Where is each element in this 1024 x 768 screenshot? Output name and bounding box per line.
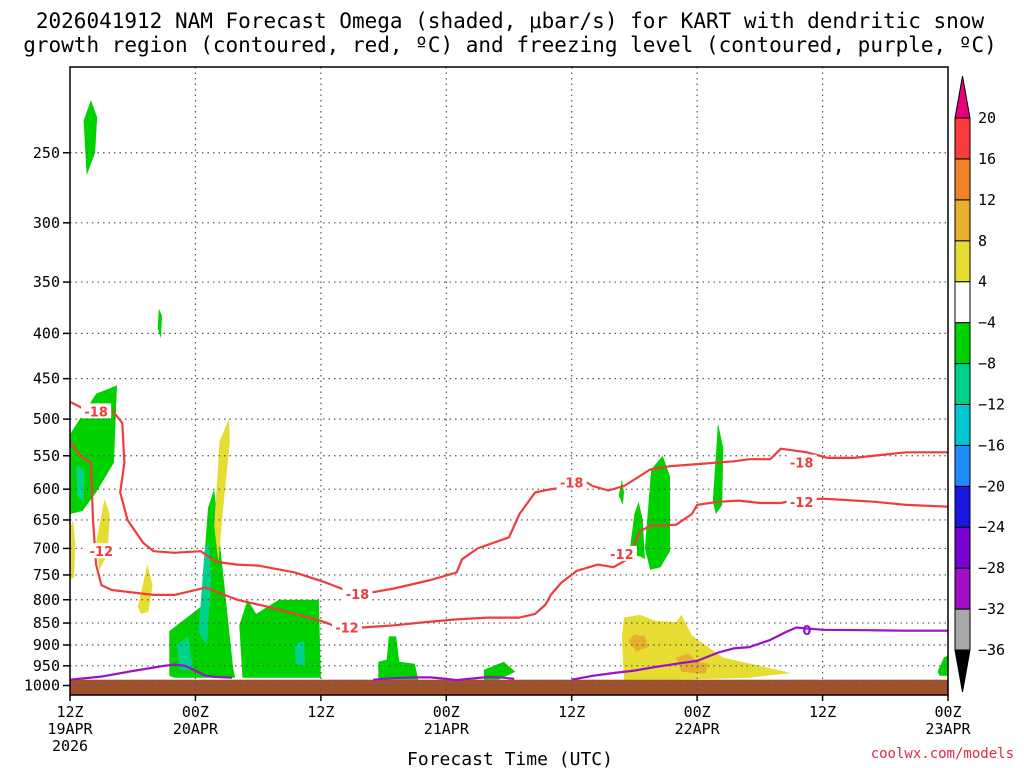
colorbar-top-arrow — [954, 75, 971, 119]
contour-label: 0 — [802, 624, 811, 639]
y-tick-label: 900 — [33, 636, 60, 654]
y-tick-label: 400 — [33, 324, 60, 342]
colorbar-bin — [954, 567, 971, 610]
y-axis: 250 300 350 400 450 500 550 600 650 700 750 800 850 9… — [24, 144, 70, 695]
colorbar-bin — [954, 444, 971, 487]
y-tick-label: 1000 — [24, 677, 60, 695]
x-tick-label: 12Z — [558, 703, 585, 721]
y-tick-label: 850 — [33, 614, 60, 632]
colorbar-bin — [954, 363, 971, 405]
y-tick-label: 600 — [33, 480, 60, 498]
x-tick-label: 12Z — [307, 703, 334, 721]
y-tick-label: 450 — [33, 370, 60, 388]
colorbar-bin — [954, 608, 971, 651]
colorbar: 20 16 12 8 4 −4 −8 −12 −16 −20 −24 −28 −32 −36 — [954, 75, 1005, 693]
y-tick-label: 750 — [33, 566, 60, 584]
x-tick-label: 00Z — [182, 703, 209, 721]
contour-label: -12 — [335, 622, 359, 637]
colorbar-bin — [954, 322, 971, 365]
colorbar-bin — [954, 199, 971, 242]
colorbar-level-label: −8 — [978, 355, 996, 373]
x-tick-label: 22APR — [675, 720, 721, 738]
contour-label: -18 — [346, 588, 370, 603]
colorbar-bin — [954, 403, 971, 446]
contour-label: -12 — [90, 545, 114, 560]
x-axis: 12Z19APR202600Z20APR12Z 00Z21APR12Z 00Z22A… — [47, 695, 972, 755]
y-tick-label: 250 — [33, 144, 60, 162]
y-tick-label: 550 — [33, 447, 60, 465]
x-tick-label: 12Z — [56, 703, 83, 721]
contour-label: -12 — [610, 548, 634, 563]
y-tick-label: 800 — [33, 591, 60, 609]
colorbar-bin — [954, 485, 971, 528]
colorbar-level-label: −24 — [978, 518, 1005, 536]
colorbar-level-label: 20 — [978, 109, 996, 127]
plot-area: -18 -18 -18 -18 -12 -12 -12 -12 0 — [69, 66, 949, 696]
colorbar-level-label: −20 — [978, 477, 1005, 495]
x-axis-label: Forecast Time (UTC) — [407, 749, 613, 768]
colorbar-level-label: 12 — [978, 191, 996, 209]
colorbar-bin — [954, 117, 971, 160]
contour-label: -12 — [790, 496, 814, 511]
x-tick-label: 21APR — [424, 720, 470, 738]
colorbar-bin — [954, 281, 971, 324]
colorbar-level-label: −28 — [978, 559, 1005, 577]
y-tick-label: 350 — [33, 273, 60, 291]
forecast-chart: 2026041912 NAM Forecast Omega (shaded, μ… — [23, 9, 1014, 768]
x-tick-label: 20APR — [173, 720, 219, 738]
contour-label: -18 — [84, 405, 108, 420]
contour-label: -18 — [560, 477, 584, 492]
colorbar-level-label: −12 — [978, 395, 1005, 413]
colorbar-level-label: −36 — [978, 641, 1005, 659]
y-tick-label: 950 — [33, 657, 60, 675]
y-tick-label: 500 — [33, 410, 60, 428]
x-tick-label: 23APR — [925, 720, 971, 738]
colorbar-level-label: 4 — [978, 273, 987, 291]
colorbar-bin — [954, 158, 971, 201]
x-tick-label: 00Z — [684, 703, 711, 721]
x-tick-label: 19APR — [47, 720, 93, 738]
colorbar-level-label: −16 — [978, 436, 1005, 454]
x-tick-label: 00Z — [433, 703, 460, 721]
colorbar-bin — [954, 240, 971, 283]
terrain-block — [70, 679, 948, 695]
chart-title-line1: 2026041912 NAM Forecast Omega (shaded, μ… — [36, 9, 985, 33]
terrain-fill — [70, 679, 948, 695]
x-tick-label: 12Z — [809, 703, 836, 721]
y-tick-label: 300 — [33, 214, 60, 232]
colorbar-level-label: −4 — [978, 314, 996, 332]
colorbar-level-label: 16 — [978, 150, 996, 168]
colorbar-bottom-arrow — [954, 649, 971, 693]
credit-text: coolwx.com/models — [871, 746, 1014, 762]
colorbar-level-label: −32 — [978, 600, 1005, 618]
colorbar-level-label: 8 — [978, 232, 987, 250]
contour-label: -18 — [790, 457, 814, 472]
x-tick-label: 00Z — [934, 703, 961, 721]
chart-title-line2: growth region (contoured, red, ºC) and f… — [23, 33, 997, 57]
y-tick-label: 700 — [33, 539, 60, 557]
colorbar-bin — [954, 526, 971, 569]
y-tick-label: 650 — [33, 511, 60, 529]
x-tick-label: 2026 — [52, 737, 88, 755]
